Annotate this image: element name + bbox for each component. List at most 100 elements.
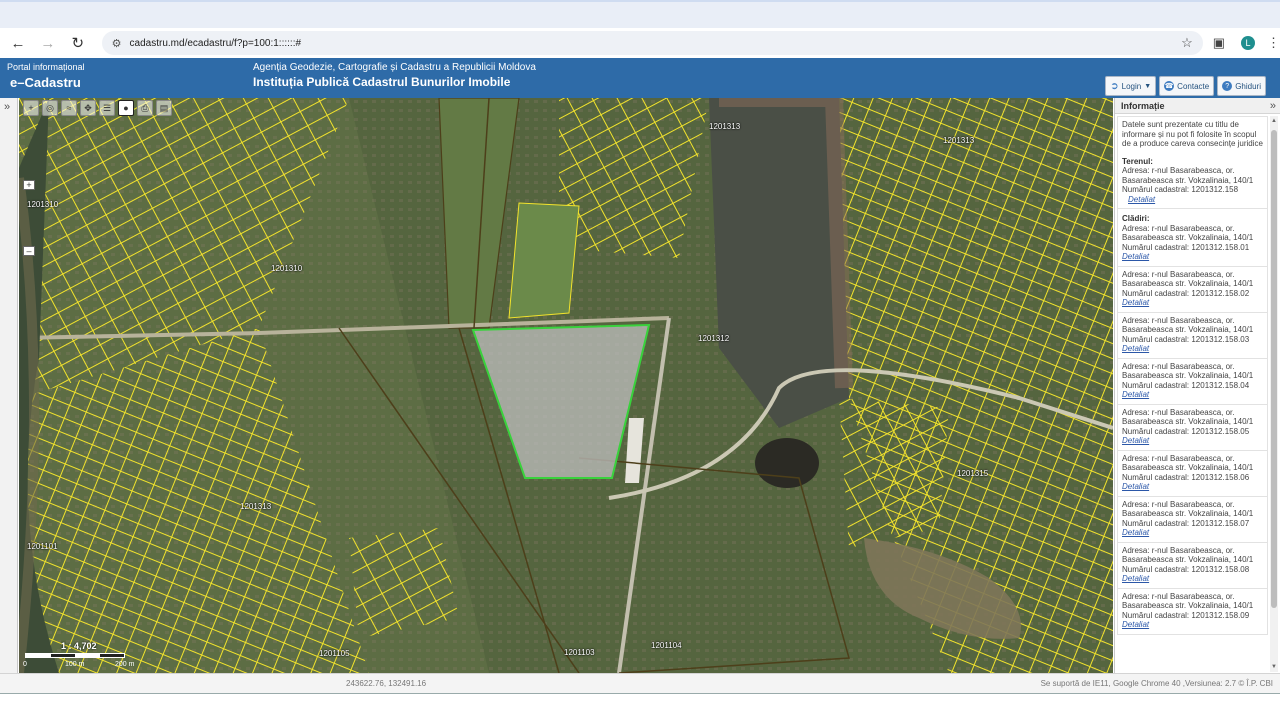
building-details-link[interactable]: Detaliat — [1122, 574, 1264, 584]
help-icon: ? — [1222, 81, 1233, 91]
scale-label: 100 m — [65, 661, 85, 668]
map-scale: 1 : 4,702 0 100 m 200 m — [23, 641, 143, 668]
collapse-panel-icon[interactable]: » — [1270, 100, 1276, 112]
status-bar: 243622.76, 132491.16 Se suportă de IE11,… — [0, 673, 1280, 693]
land-heading: Terenul: — [1122, 156, 1153, 166]
login-label: Login — [1121, 81, 1142, 91]
reload-icon[interactable]: ↻ — [66, 31, 90, 55]
building-cadastral: Numărul cadastral: 1201312.158.06 — [1122, 472, 1250, 482]
building-cadastral: Numărul cadastral: 1201312.158.04 — [1122, 380, 1250, 390]
info-panel-scrollbar[interactable]: ▲ ▼ — [1270, 116, 1278, 672]
kebab-icon[interactable]: ⋮ — [1267, 35, 1280, 51]
identify-icon[interactable]: ● — [118, 100, 134, 116]
institution-name: Instituția Publică Cadastrul Bunurilor I… — [253, 75, 511, 89]
parcel-label: 1201313 — [240, 502, 272, 511]
profile-avatar[interactable]: L — [1241, 36, 1255, 50]
cadastral-map[interactable]: + ◎ ≈ ✥ ☰ ● ⎙ ▤ + – 1201310 1201310 1201… — [19, 98, 1113, 673]
pan-icon[interactable]: ✥ — [80, 100, 96, 116]
building-cadastral: Numărul cadastral: 1201312.158.05 — [1122, 426, 1250, 436]
header-buttons: ➲ Login ▼ ☎ Contacte ? Ghiduri — [1105, 76, 1266, 96]
building-block: Adresa: r-nul Basarabeasca, or. Basarabe… — [1117, 542, 1268, 589]
land-details-link[interactable]: Detaliat — [1122, 195, 1264, 205]
building-details-link[interactable]: Detaliat — [1122, 390, 1264, 400]
url-text[interactable]: cadastru.md/ecadastru/f?p=100:1::::::# — [130, 38, 1182, 49]
building-cadastral: Numărul cadastral: 1201312.158.01 — [1122, 242, 1250, 252]
login-button[interactable]: ➲ Login ▼ — [1105, 76, 1157, 96]
scrollbar-thumb[interactable] — [1271, 130, 1277, 608]
contacts-button[interactable]: ☎ Contacte — [1159, 76, 1215, 96]
scale-ratio: 1 : 4,702 — [61, 641, 97, 651]
parcel-label: 1201313 — [709, 122, 741, 131]
app-name[interactable]: e–Cadastru — [10, 75, 81, 90]
buildings-heading: Clădiri: — [1122, 214, 1150, 223]
building-cadastral: Numărul cadastral: 1201312.158.08 — [1122, 564, 1250, 574]
building-details-link[interactable]: Detaliat — [1122, 482, 1264, 492]
parcel-label: 1201313 — [943, 136, 975, 145]
land-info-block: Datele sunt prezentate cu titlu de infor… — [1117, 116, 1268, 209]
parcel-label: 1201315 — [957, 469, 989, 478]
building-cadastral: Numărul cadastral: 1201312.158.07 — [1122, 518, 1250, 528]
building-block: Adresa: r-nul Basarabeasca, or. Basarabe… — [1117, 358, 1268, 405]
map-imagery — [19, 98, 1113, 673]
land-cadastral: Numărul cadastral: 1201312.158 — [1122, 185, 1239, 194]
building-block: Adresa: r-nul Basarabeasca, or. Basarabe… — [1117, 266, 1268, 313]
building-cadastral: Numărul cadastral: 1201312.158.02 — [1122, 288, 1250, 298]
star-icon[interactable]: ☆ — [1181, 35, 1193, 51]
scale-bar — [25, 653, 125, 658]
expand-panel-icon[interactable]: » — [4, 101, 10, 113]
building-address: Adresa: r-nul Basarabeasca, or. Basarabe… — [1122, 361, 1254, 381]
building-address: Adresa: r-nul Basarabeasca, or. Basarabe… — [1122, 545, 1254, 565]
building-details-link[interactable]: Detaliat — [1122, 436, 1264, 446]
building-block: Adresa: r-nul Basarabeasca, or. Basarabe… — [1117, 450, 1268, 497]
support-info: Se suportă de IE11, Google Chrome 40 ,Ve… — [1040, 679, 1273, 688]
building-address: Adresa: r-nul Basarabeasca, or. Basarabe… — [1122, 223, 1254, 243]
layers-icon[interactable]: ☰ — [99, 100, 115, 116]
info-panel-body[interactable]: Datele sunt prezentate cu titlu de infor… — [1117, 116, 1268, 672]
building-cadastral: Numărul cadastral: 1201312.158.03 — [1122, 334, 1250, 344]
parcel-label: 1201310 — [271, 264, 303, 273]
building-address: Adresa: r-nul Basarabeasca, or. Basarabe… — [1122, 269, 1254, 289]
puzzle-icon[interactable]: ▣ — [1213, 35, 1225, 51]
info-panel: Informație » Datele sunt prezentate cu t… — [1114, 98, 1280, 673]
disclaimer-text: Datele sunt prezentate cu titlu de infor… — [1122, 120, 1263, 148]
browser-toolbar: ← → ↻ ⚙ cadastru.md/ecadastru/f?p=100:1:… — [0, 28, 1280, 58]
divider — [0, 693, 1280, 694]
zoom-box-icon[interactable]: + — [23, 100, 39, 116]
print-icon[interactable]: ⎙ — [137, 100, 153, 116]
building-block: Clădiri: Adresa: r-nul Basarabeasca, or.… — [1117, 209, 1268, 267]
parcel-label: 1201312 — [698, 334, 730, 343]
phone-icon: ☎ — [1164, 81, 1175, 91]
building-details-link[interactable]: Detaliat — [1122, 298, 1264, 308]
building-details-link[interactable]: Detaliat — [1122, 620, 1264, 630]
building-details-link[interactable]: Detaliat — [1122, 344, 1264, 354]
building-block: Adresa: r-nul Basarabeasca, or. Basarabe… — [1117, 312, 1268, 359]
parcel-label: 1201105 — [319, 649, 350, 658]
site-header: Portal informațional e–Cadastru Agenția … — [0, 58, 1280, 98]
zoom-out-button[interactable]: – — [23, 246, 35, 256]
building-block: Adresa: r-nul Basarabeasca, or. Basarabe… — [1117, 496, 1268, 543]
scale-label: 200 m — [115, 661, 135, 668]
measure-icon[interactable]: ≈ — [61, 100, 77, 116]
tune-icon[interactable]: ⚙ — [112, 37, 122, 50]
globe-icon[interactable]: ◎ — [42, 100, 58, 116]
export-icon[interactable]: ▤ — [156, 100, 172, 116]
browser-tab-strip — [0, 0, 1280, 30]
building-details-link[interactable]: Detaliat — [1122, 252, 1264, 262]
building-address: Adresa: r-nul Basarabeasca, or. Basarabe… — [1122, 407, 1254, 427]
building-address: Adresa: r-nul Basarabeasca, or. Basarabe… — [1122, 315, 1254, 335]
building-details-link[interactable]: Detaliat — [1122, 528, 1264, 538]
guides-button[interactable]: ? Ghiduri — [1217, 76, 1266, 96]
address-bar[interactable]: ⚙ cadastru.md/ecadastru/f?p=100:1::::::#… — [101, 31, 1203, 55]
parcel-label: 1201103 — [564, 648, 595, 657]
arrow-left-icon[interactable]: ← — [6, 31, 30, 55]
scroll-down-icon[interactable]: ▼ — [1270, 664, 1278, 670]
contacts-label: Contacte — [1177, 81, 1210, 91]
agency-name: Agenția Geodezie, Cartografie și Cadastr… — [253, 62, 536, 73]
scroll-up-icon[interactable]: ▲ — [1270, 118, 1278, 124]
info-panel-header: Informație » — [1115, 98, 1280, 114]
scale-label: 0 — [23, 661, 27, 668]
guides-label: Ghiduri — [1235, 81, 1261, 91]
arrow-right-icon[interactable]: → — [36, 31, 60, 55]
zoom-in-button[interactable]: + — [23, 180, 35, 190]
building-block: Adresa: r-nul Basarabeasca, or. Basarabe… — [1117, 404, 1268, 451]
